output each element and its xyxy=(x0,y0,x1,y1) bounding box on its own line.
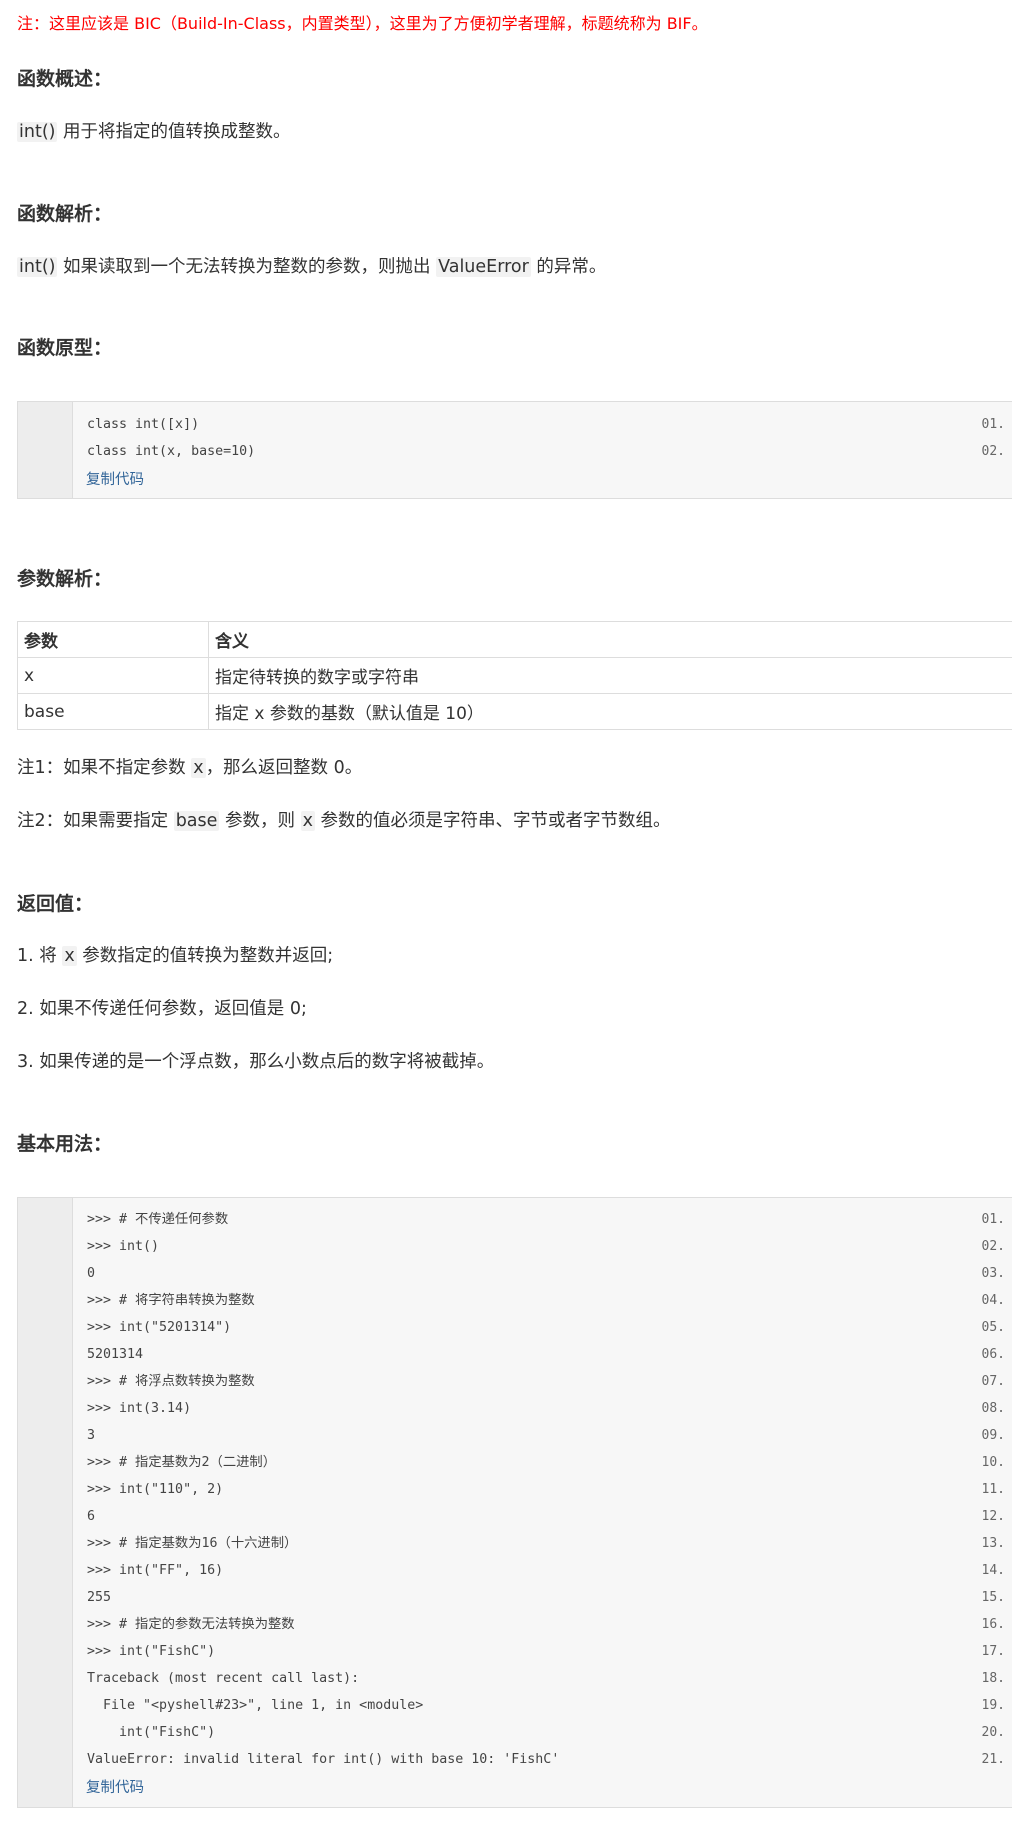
returns-item-3: 3. 如果传递的是一个浮点数，那么小数点后的数字将被截掉。 xyxy=(17,1052,495,1072)
line-number: 21. xyxy=(981,1752,1005,1767)
bic-note: 注：这里应该是 BIC（Build-In-Class，内置类型），这里为了方便初… xyxy=(17,14,708,33)
code-line: >>> int("FF", 16) xyxy=(87,1563,224,1578)
code-line: 6 xyxy=(87,1509,96,1524)
usage-heading: 基本用法： xyxy=(17,1133,113,1155)
returns-item-2: 2. 如果不传递任何参数，返回值是 0; xyxy=(17,999,307,1019)
inline-code-int: int() xyxy=(17,257,58,277)
code-line: >>> # 指定的参数无法转换为整数 xyxy=(87,1617,295,1632)
table-row: base 指定 x 参数的基数（默认值是 10） xyxy=(17,693,1012,730)
line-number: 02. xyxy=(981,1239,1005,1254)
line-number: 13. xyxy=(981,1536,1005,1551)
code-line: Traceback (most recent call last): xyxy=(87,1671,360,1686)
line-number: 02. xyxy=(981,444,1005,459)
line-number: 06. xyxy=(981,1347,1005,1362)
inline-code-valueerror: ValueError xyxy=(436,257,531,277)
line-number: 01. xyxy=(981,1212,1005,1227)
code-line: >>> # 指定基数为16（十六进制） xyxy=(87,1536,298,1551)
line-number: 14. xyxy=(981,1563,1005,1578)
line-number: 17. xyxy=(981,1644,1005,1659)
line-number: 12. xyxy=(981,1509,1005,1524)
line-number: 04. xyxy=(981,1293,1005,1308)
code-line: >>> int() xyxy=(87,1239,160,1254)
overview-heading: 函数概述： xyxy=(17,68,113,90)
line-number-gutter xyxy=(18,1198,73,1807)
copy-code-link[interactable]: 复制代码 xyxy=(86,470,144,490)
code-line: >>> int("FishC") xyxy=(87,1644,216,1659)
code-line: class int([x]) xyxy=(87,417,200,432)
code-line: 0 xyxy=(87,1266,96,1281)
param-meaning: 指定 x 参数的基数（默认值是 10） xyxy=(208,693,1012,730)
line-number: 16. xyxy=(981,1617,1005,1632)
returns-item-1: 1. 将 x 参数指定的值转换为整数并返回; xyxy=(17,946,334,966)
params-heading: 参数解析： xyxy=(17,568,113,590)
code-line: 3 xyxy=(87,1428,96,1443)
code-line: int("FishC") xyxy=(87,1725,216,1740)
param-name: x xyxy=(17,657,209,694)
line-number: 08. xyxy=(981,1401,1005,1416)
code-line: >>> int(3.14) xyxy=(87,1401,192,1416)
line-number: 11. xyxy=(981,1482,1005,1497)
analysis-text: int() 如果读取到一个无法转换为整数的参数，则抛出 ValueError 的… xyxy=(17,257,607,277)
params-note-2: 注2：如果需要指定 base 参数，则 x 参数的值必须是字符串、字节或者字节数… xyxy=(17,811,671,831)
param-meaning: 指定待转换的数字或字符串 xyxy=(208,657,1012,694)
line-number: 15. xyxy=(981,1590,1005,1605)
usage-code-block: 01. >>> # 不传递任何参数 02. >>> int() 03. 0 04. >>> #… xyxy=(17,1197,1012,1808)
code-line: >>> # 不传递任何参数 xyxy=(87,1212,229,1227)
prototype-heading: 函数原型： xyxy=(17,337,113,359)
article-page: 注：这里应该是 BIC（Build-In-Class，内置类型），这里为了方便初… xyxy=(0,0,1012,1824)
code-line: ValueError: invalid literal for int() wi… xyxy=(87,1752,560,1767)
line-number: 18. xyxy=(981,1671,1005,1686)
inline-code-int: int() xyxy=(17,122,58,142)
line-number: 07. xyxy=(981,1374,1005,1389)
returns-heading: 返回值： xyxy=(17,893,94,915)
params-note-1: 注1：如果不指定参数 x ，那么返回整数 0。 xyxy=(17,758,363,778)
line-number: 19. xyxy=(981,1698,1005,1713)
code-line: File "<pyshell#23>", line 1, in <module> xyxy=(87,1698,424,1713)
inline-code-x: x xyxy=(191,758,206,778)
code-line: 255 xyxy=(87,1590,112,1605)
code-line: >>> # 指定基数为2（二进制） xyxy=(87,1455,277,1470)
header-cell-meaning: 含义 xyxy=(208,621,1012,658)
line-number: 01. xyxy=(981,417,1005,432)
line-number: 05. xyxy=(981,1320,1005,1335)
table-row: x 指定待转换的数字或字符串 xyxy=(17,657,1012,694)
inline-code-x: x xyxy=(62,946,77,966)
header-cell-param: 参数 xyxy=(17,621,209,658)
copy-code-link[interactable]: 复制代码 xyxy=(86,1778,144,1798)
code-line: >>> # 将字符串转换为整数 xyxy=(87,1293,255,1308)
line-number-gutter xyxy=(18,402,73,498)
line-number: 20. xyxy=(981,1725,1005,1740)
inline-code-base: base xyxy=(173,811,220,831)
line-number: 09. xyxy=(981,1428,1005,1443)
overview-text: int() 用于将指定的值转换成整数。 xyxy=(17,122,291,142)
code-line: >>> int("110", 2) xyxy=(87,1482,224,1497)
line-number: 10. xyxy=(981,1455,1005,1470)
param-name: base xyxy=(17,693,209,730)
code-line: class int(x, base=10) xyxy=(87,444,256,459)
code-line: >>> int("5201314") xyxy=(87,1320,232,1335)
code-line: >>> # 将浮点数转换为整数 xyxy=(87,1374,255,1389)
inline-code-x: x xyxy=(300,811,315,831)
prototype-code-block: 01. class int([x]) 02. class int(x, base=10… xyxy=(17,401,1012,499)
params-table: 参数 含义 x 指定待转换的数字或字符串 base 指定 x 参数的基数（默认值… xyxy=(17,621,1012,730)
line-number: 03. xyxy=(981,1266,1005,1281)
params-table-header: 参数 含义 xyxy=(17,621,1012,658)
code-line: 5201314 xyxy=(87,1347,144,1362)
analysis-heading: 函数解析： xyxy=(17,203,113,225)
